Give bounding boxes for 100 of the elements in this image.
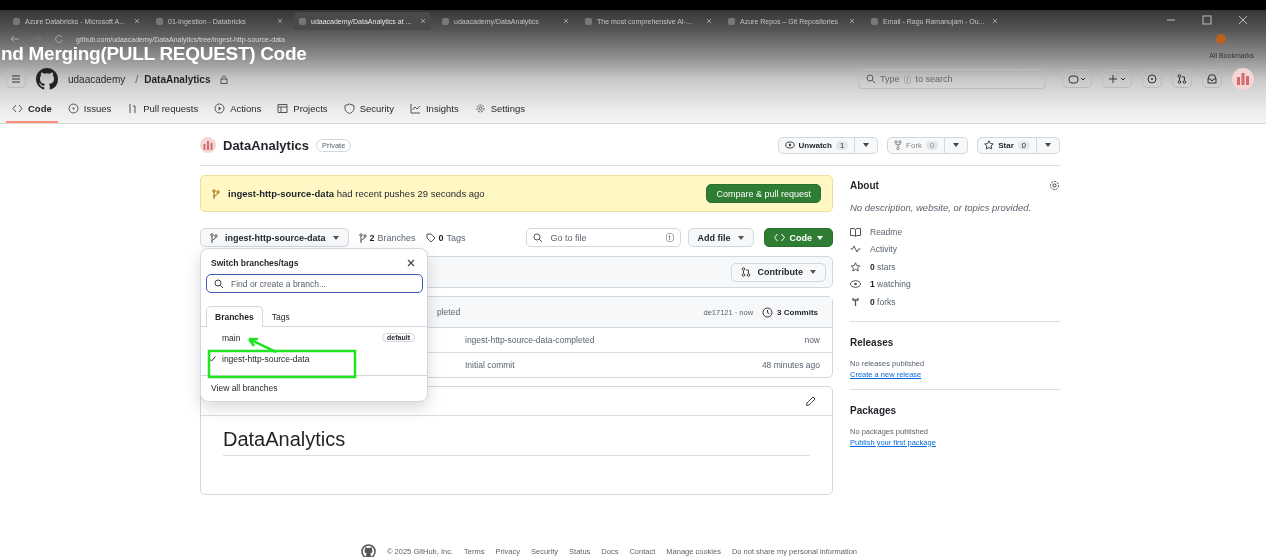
create-new-button[interactable] — [1102, 70, 1132, 88]
copilot-button[interactable] — [1062, 70, 1092, 88]
pull-request-icon — [740, 267, 751, 277]
file-commit-time: now — [804, 335, 820, 345]
branch-icon — [358, 232, 367, 243]
book-icon — [850, 226, 861, 237]
branch-item[interactable]: main — [209, 332, 377, 343]
about-link[interactable]: 0 stars — [870, 261, 896, 272]
gear-icon — [474, 103, 486, 114]
pull-request-icon — [127, 103, 139, 114]
star-icon — [984, 140, 995, 150]
maximize-icon[interactable] — [1202, 15, 1212, 25]
plus-icon — [1108, 74, 1126, 84]
watch-menu-button[interactable] — [855, 136, 879, 154]
github-logo-icon[interactable] — [361, 544, 376, 557]
repo-nav-tab[interactable]: Settings — [468, 96, 532, 123]
shield-icon — [343, 103, 355, 114]
repo-link[interactable]: DataAnalytics — [144, 73, 211, 85]
repo-avatar — [200, 137, 216, 153]
add-file-button[interactable]: Add file — [687, 228, 754, 247]
caret-icon — [1045, 143, 1051, 147]
reload-icon[interactable] — [54, 34, 64, 44]
about-link[interactable]: 0 forks — [870, 296, 896, 307]
star-menu-button[interactable] — [1037, 136, 1060, 154]
menu-button[interactable] — [6, 70, 26, 88]
branch-icon — [212, 188, 220, 199]
search-icon — [532, 232, 543, 243]
code-icon — [12, 103, 23, 114]
about-heading: About — [850, 179, 879, 191]
caret-icon — [737, 235, 744, 240]
packages-heading[interactable]: Packages — [850, 404, 1060, 416]
repo-nav-tab[interactable]: Issues — [61, 96, 118, 123]
settings-icon[interactable] — [1049, 179, 1060, 191]
branch-item[interactable]: ingest-http-source-data — [209, 353, 415, 364]
path-separator: / — [135, 73, 139, 85]
branches-link[interactable]: 2 Branches — [358, 232, 416, 243]
inbox-button[interactable] — [1202, 70, 1222, 88]
inbox-icon — [1207, 74, 1217, 84]
repo-nav-tab[interactable]: Security — [337, 96, 400, 123]
file-commit-time: 48 minutes ago — [761, 360, 820, 370]
repo-nav-tab[interactable]: Code — [6, 96, 58, 123]
circle-dot-icon — [67, 103, 79, 114]
fork-menu-button[interactable] — [945, 136, 969, 154]
code-icon — [773, 233, 785, 242]
file-commit-message[interactable]: ingest-http-source-data-completed — [465, 335, 595, 345]
lock-icon — [220, 74, 229, 84]
fork-icon — [850, 296, 861, 307]
github-logo-icon[interactable] — [36, 68, 58, 90]
menu-icon — [11, 74, 21, 84]
pull-request-icon — [1177, 74, 1187, 84]
contribute-button[interactable]: Contribute — [730, 262, 826, 282]
code-button[interactable]: Code — [763, 228, 833, 247]
close-icon[interactable] — [407, 259, 415, 267]
compare-pull-request-button[interactable]: Compare & pull request — [706, 184, 821, 203]
search-icon — [866, 74, 876, 84]
repo-nav-tab[interactable]: Actions — [208, 96, 268, 123]
repo-description: No description, website, or topics provided. — [850, 202, 1033, 213]
caret-icon — [863, 143, 870, 147]
readme-heading: DataAnalytics — [223, 428, 810, 456]
branch-filter-field[interactable]: Find or create a branch... — [206, 274, 423, 293]
tag-icon — [425, 232, 436, 243]
eye-icon — [850, 279, 861, 290]
about-link[interactable]: Readme — [870, 226, 903, 237]
eye-icon — [784, 141, 795, 149]
robot-icon — [1068, 74, 1086, 84]
pull-requests-button[interactable] — [1172, 70, 1192, 88]
commits-link[interactable]: 3 Commits — [762, 306, 818, 318]
about-link[interactable]: Activity — [870, 244, 897, 255]
history-icon — [762, 306, 774, 318]
commit-message[interactable]: pleted — [437, 307, 461, 317]
branch-selector[interactable]: ingest-http-source-data — [200, 228, 349, 247]
user-avatar[interactable] — [1232, 68, 1254, 90]
tags-link[interactable]: 0 Tags — [425, 232, 466, 243]
caret-icon — [332, 235, 339, 240]
issues-button[interactable] — [1142, 70, 1162, 88]
caret-icon — [810, 270, 816, 274]
file-commit-message[interactable]: Initial commit — [465, 360, 515, 370]
check-icon — [209, 355, 216, 362]
branch-tab[interactable]: Branches — [206, 306, 263, 327]
branch-tab[interactable]: Tags — [262, 306, 299, 327]
fork-icon — [894, 140, 903, 150]
repo-nav-tab[interactable]: Pull requests — [121, 96, 205, 123]
dropdown-title: Switch branches/tags — [211, 258, 299, 268]
table-icon — [277, 103, 289, 114]
back-icon[interactable] — [10, 34, 20, 44]
caret-icon — [953, 143, 960, 147]
repo-title[interactable]: DataAnalytics — [223, 137, 309, 153]
caret-icon — [817, 235, 823, 240]
releases-heading[interactable]: Releases — [850, 336, 1060, 348]
about-link[interactable]: 1 watching — [870, 279, 911, 290]
graph-icon — [409, 103, 421, 114]
branch-icon — [210, 232, 218, 243]
repo-nav-tab[interactable]: Projects — [271, 96, 334, 123]
pencil-icon[interactable] — [805, 395, 816, 407]
circle-dot-icon — [1147, 74, 1157, 84]
star-icon — [850, 261, 861, 272]
owner-link[interactable]: udaacademy — [68, 73, 126, 85]
close-icon[interactable] — [1238, 15, 1248, 25]
view-all-branches-link[interactable]: View all branches — [211, 383, 278, 393]
repo-nav-tab[interactable]: Insights — [403, 96, 465, 123]
